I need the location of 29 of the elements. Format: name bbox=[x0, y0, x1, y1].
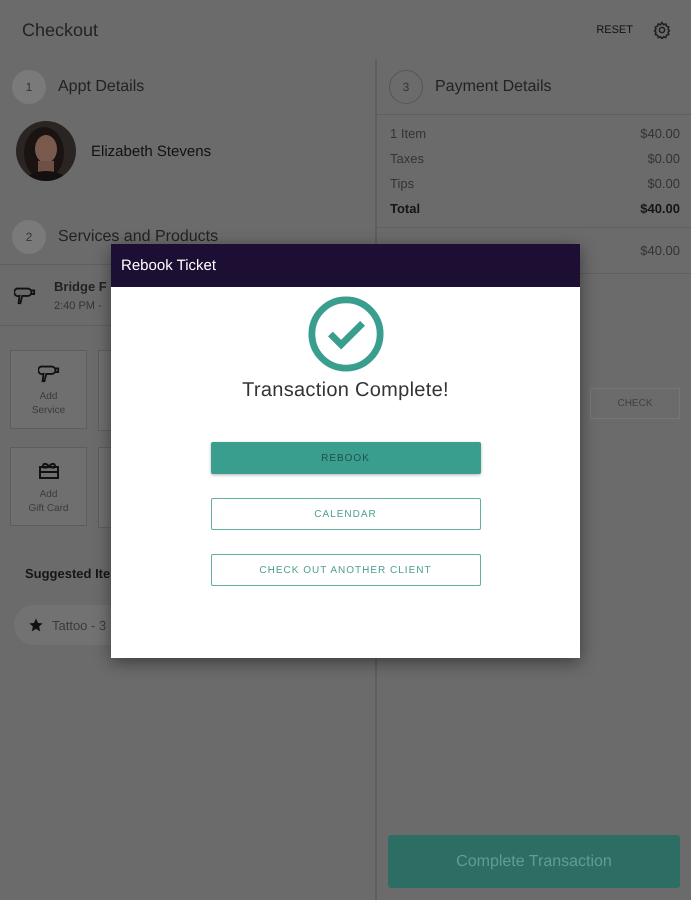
section-title: Payment Details bbox=[435, 78, 552, 96]
step-number: 3 bbox=[389, 70, 423, 104]
dialog-button[interactable]: CALENDAR bbox=[210, 498, 480, 530]
settings-icon[interactable] bbox=[653, 21, 671, 39]
line-amount: $40.00 bbox=[640, 201, 680, 216]
tender-amount: $40.00 bbox=[640, 243, 680, 258]
step-number: 1 bbox=[12, 70, 46, 104]
star-icon bbox=[28, 617, 44, 633]
line-amount: $0.00 bbox=[647, 176, 680, 191]
line-label: Taxes bbox=[390, 151, 424, 166]
service-name: Bridge F bbox=[54, 278, 107, 294]
section-title: Services and Products bbox=[58, 228, 218, 246]
step-number: 2 bbox=[12, 220, 46, 254]
line-amount: $0.00 bbox=[647, 151, 680, 166]
page-title: Checkout bbox=[22, 20, 98, 40]
section-title: Suggested Ite bbox=[25, 566, 110, 581]
line-label: Total bbox=[390, 201, 420, 216]
client-name[interactable]: Elizabeth Stevens bbox=[91, 142, 212, 160]
section-title: Appt Details bbox=[58, 78, 144, 96]
line-label: Tips bbox=[390, 176, 414, 191]
dialog-title: Rebook Ticket bbox=[121, 257, 216, 274]
check-circle-icon bbox=[306, 295, 384, 373]
line-label: 1 Item bbox=[390, 126, 426, 141]
dialog-button[interactable]: CHECK OUT ANOTHER CLIENT bbox=[210, 554, 480, 586]
service-time: 2:40 PM - bbox=[54, 300, 103, 312]
dialog-button[interactable]: REBOOK bbox=[210, 442, 480, 474]
status-message: Transaction Complete! bbox=[242, 379, 449, 402]
line-amount: $40.00 bbox=[640, 126, 680, 141]
reset-button[interactable]: RESET bbox=[596, 24, 633, 36]
